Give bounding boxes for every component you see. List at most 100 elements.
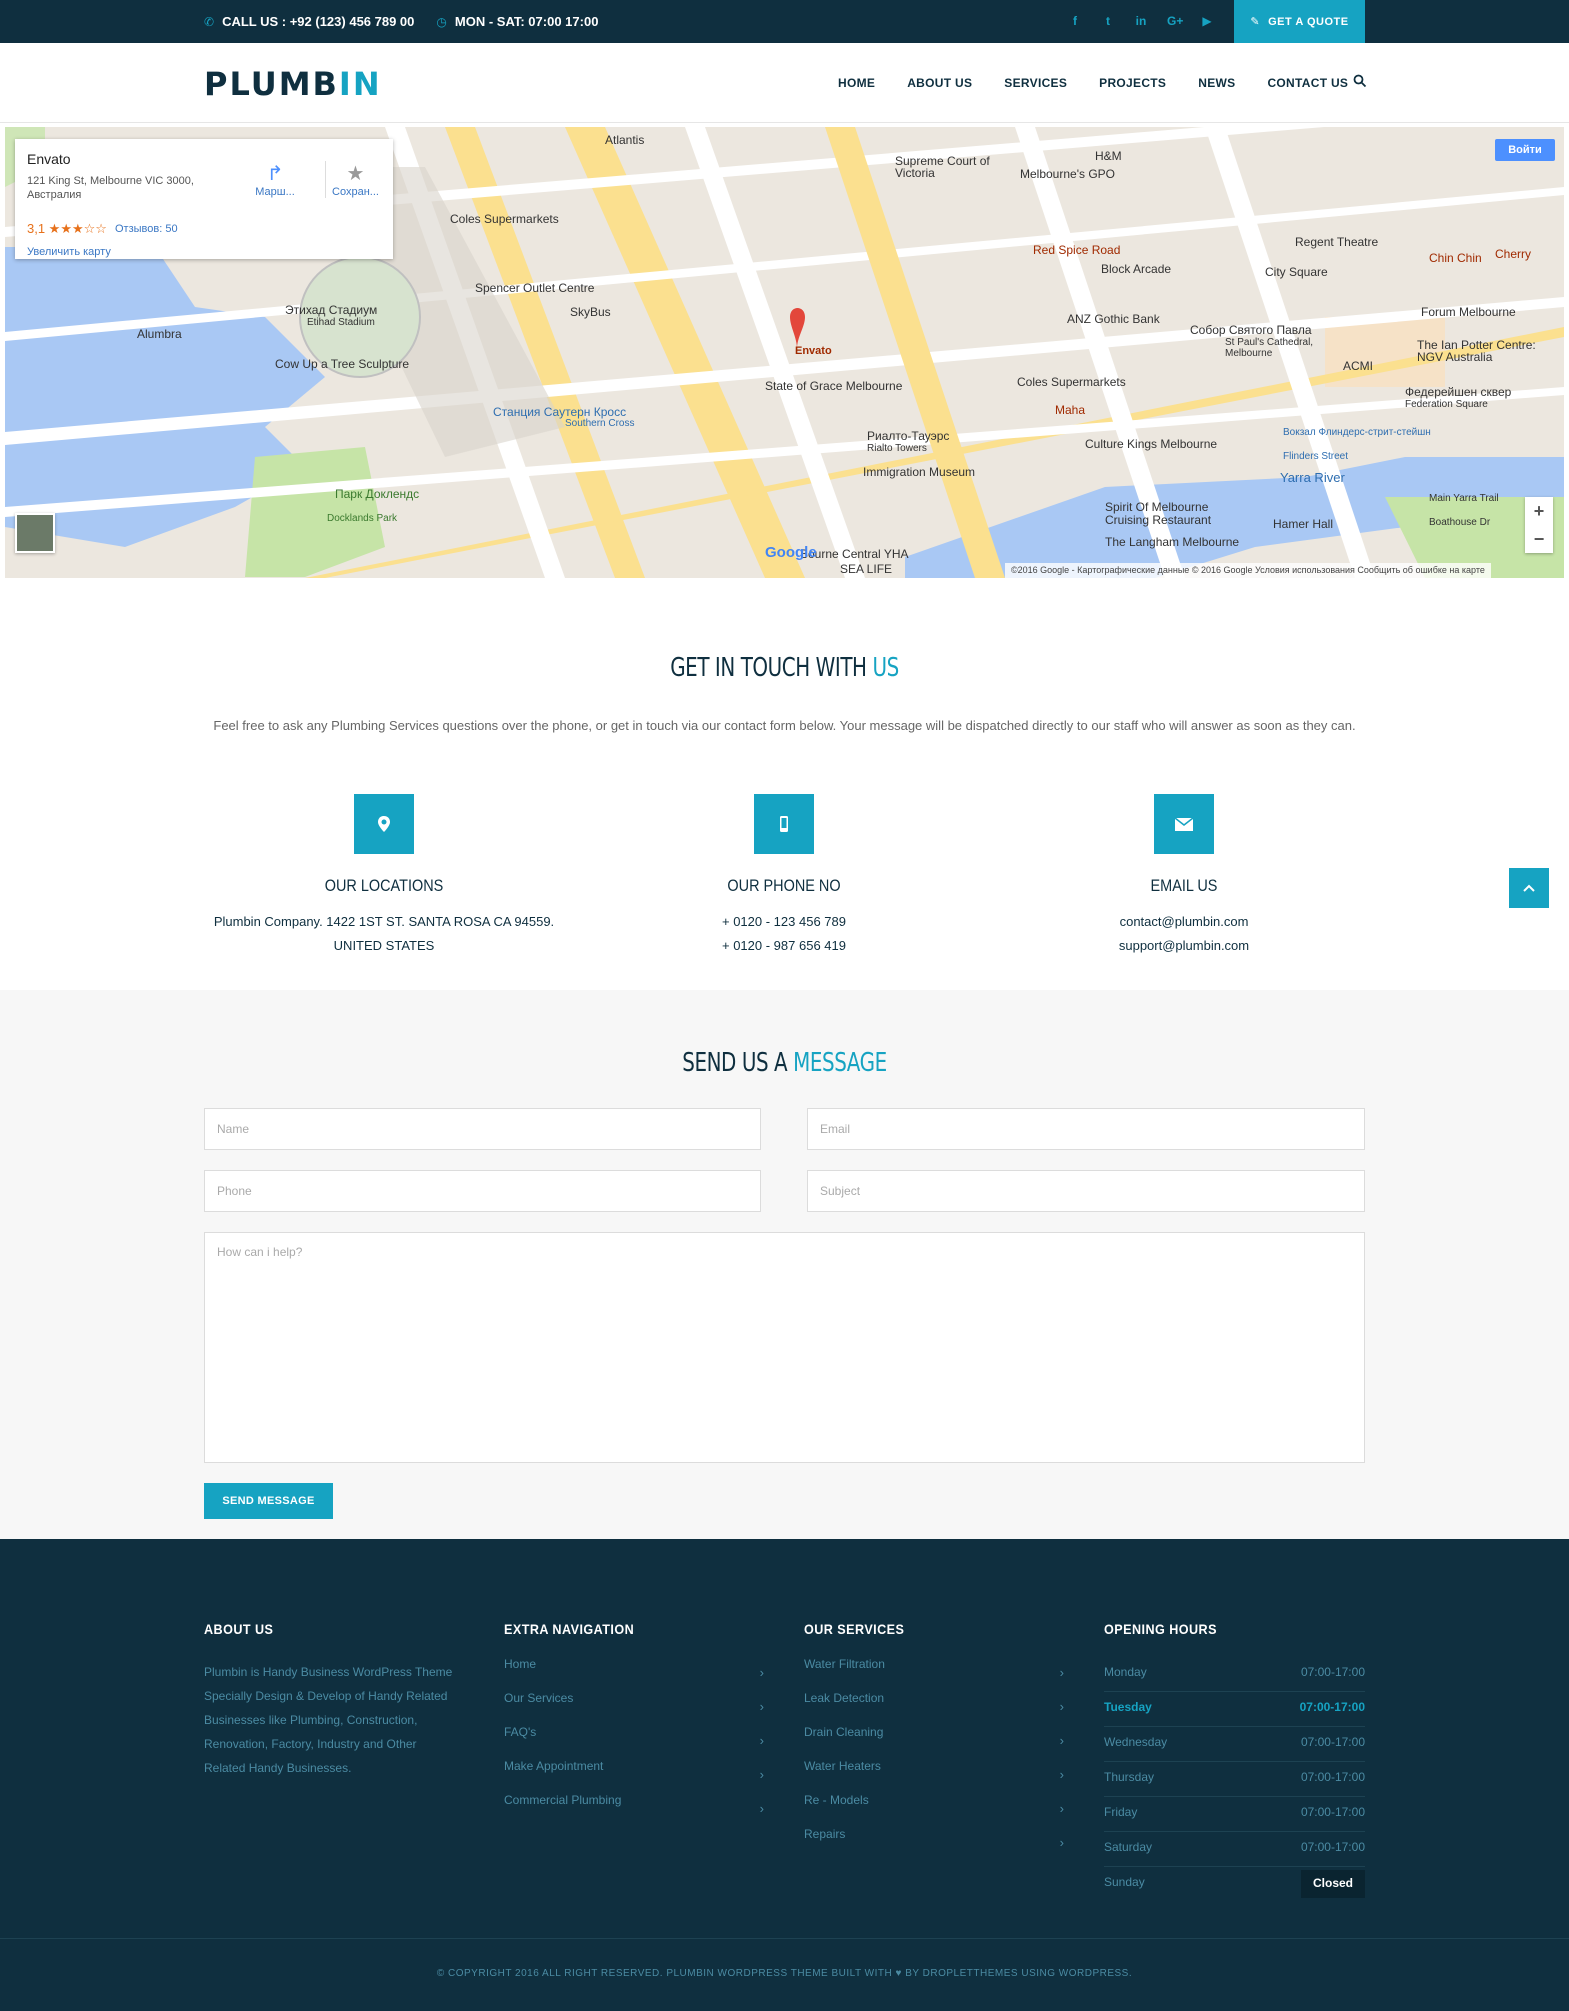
- phone-line-1[interactable]: + 0120 - 123 456 789: [722, 914, 846, 929]
- chevron-right-icon: ›: [1059, 1733, 1064, 1748]
- footer-nav-item[interactable]: Our Services ›: [504, 1691, 764, 1725]
- edit-icon: ✎: [1250, 16, 1261, 28]
- footer-nav-item[interactable]: Commercial Plumbing ›: [504, 1793, 764, 1827]
- star-icon: ★: [346, 163, 365, 185]
- hours-row: Monday 07:00-17:00: [1104, 1657, 1365, 1692]
- route-button[interactable]: ↱ Марш...: [245, 161, 305, 198]
- locations-col: OUR LOCATIONS Plumbin Company. 1422 1ST …: [184, 578, 584, 958]
- footer-about-text: Plumbin is Handy Business WordPress Them…: [204, 1665, 453, 1775]
- footer-services: OUR SERVICES Water Filtration › Leak Dete…: [804, 1621, 1064, 1861]
- footer-service-item[interactable]: Re - Models ›: [804, 1793, 1064, 1827]
- map-info-card: Envato 121 King St, Melbourne VIC 3000, …: [15, 139, 393, 259]
- save-button[interactable]: ★ Сохран...: [325, 161, 385, 198]
- nav-home[interactable]: HOME: [838, 76, 875, 90]
- site-header: PLUMBIN HOME ABOUT US SERVICES PROJECTS …: [0, 43, 1569, 123]
- name-input[interactable]: [204, 1108, 761, 1150]
- nav-services[interactable]: SERVICES: [1004, 76, 1067, 90]
- youtube-icon[interactable]: ▶: [1200, 12, 1214, 30]
- send-message-section: SEND US A MESSAGE SEND MESSAGE: [0, 990, 1569, 1539]
- social-links: f t in G+ ▶: [1068, 12, 1214, 30]
- email-line-2[interactable]: support@plumbin.com: [1119, 938, 1249, 953]
- hours-row: Wednesday 07:00-17:00: [1104, 1727, 1365, 1762]
- place-rating: 3,1 ★★★☆☆: [27, 221, 107, 236]
- phone-line-2[interactable]: + 0120 - 987 656 419: [722, 938, 846, 953]
- twitter-icon[interactable]: t: [1101, 12, 1115, 30]
- footer-service-item[interactable]: Water Heaters ›: [804, 1759, 1064, 1793]
- back-to-top-button[interactable]: [1509, 868, 1549, 908]
- footer-services-title: OUR SERVICES: [804, 1621, 905, 1637]
- google-plus-icon[interactable]: G+: [1167, 12, 1183, 30]
- footer-service-item[interactable]: Drain Cleaning ›: [804, 1725, 1064, 1759]
- hours-row: Thursday 07:00-17:00: [1104, 1762, 1365, 1797]
- zoom-in-icon[interactable]: +: [1525, 497, 1553, 525]
- nav-projects[interactable]: PROJECTS: [1099, 76, 1166, 90]
- nav-contact-us[interactable]: CONTACT US: [1267, 76, 1348, 90]
- email-title: EMAIL US: [1150, 876, 1218, 895]
- nav-about-us[interactable]: ABOUT US: [907, 76, 972, 90]
- search-icon[interactable]: [1353, 74, 1367, 88]
- enlarge-map-link[interactable]: Увеличить карту: [27, 246, 111, 258]
- email-col: EMAIL US contact@plumbin.com support@plum…: [984, 578, 1384, 958]
- footer-about-title: ABOUT US: [204, 1621, 274, 1637]
- top-bar: ✆ CALL US : +92 (123) 456 789 00 ◷ MON - S…: [0, 0, 1569, 43]
- google-map[interactable]: Envato Atlantis Supreme Court of Victori…: [5, 127, 1564, 578]
- footer-hours: OPENING HOURS Monday 07:00-17:00 Tuesday 0…: [1104, 1621, 1365, 1902]
- chevron-right-icon: ›: [759, 1733, 764, 1748]
- directions-icon: ↱: [266, 163, 284, 185]
- footer-nav: EXTRA NAVIGATION Home › Our Services › FAQ…: [504, 1621, 764, 1827]
- closed-badge: Closed: [1300, 1870, 1365, 1898]
- chevron-right-icon: ›: [1059, 1801, 1064, 1816]
- chevron-right-icon: ›: [759, 1801, 764, 1816]
- chevron-right-icon: ›: [1059, 1665, 1064, 1680]
- hours-row: Sunday Closed: [1104, 1867, 1365, 1902]
- logo[interactable]: PLUMBIN: [204, 65, 382, 103]
- linkedin-icon[interactable]: in: [1134, 12, 1148, 30]
- hours-row: Friday 07:00-17:00: [1104, 1797, 1365, 1832]
- footer-nav-item[interactable]: FAQ's ›: [504, 1725, 764, 1759]
- footer-nav-item[interactable]: Make Appointment ›: [504, 1759, 764, 1793]
- place-title: Envato: [27, 151, 71, 167]
- top-contact: ✆ CALL US : +92 (123) 456 789 00 ◷ MON - S…: [204, 14, 598, 29]
- location-line-1: Plumbin Company. 1422 1ST ST. SANTA ROSA…: [213, 914, 555, 929]
- top-hours: ◷ MON - SAT: 07:00 17:00: [436, 14, 599, 29]
- clock-icon: ◷: [436, 15, 447, 29]
- phone-title: OUR PHONE NO: [727, 876, 841, 895]
- place-reviews-link[interactable]: Отзывов: 50: [115, 223, 178, 235]
- zoom-control: + −: [1525, 497, 1553, 553]
- main-nav: HOME ABOUT US SERVICES PROJECTS NEWS CON…: [838, 76, 1348, 90]
- nav-news[interactable]: NEWS: [1198, 76, 1235, 90]
- hours-row-today: Tuesday 07:00-17:00: [1104, 1692, 1365, 1727]
- footer-service-item[interactable]: Leak Detection ›: [804, 1691, 1064, 1725]
- message-textarea[interactable]: [204, 1232, 1365, 1463]
- facebook-icon[interactable]: f: [1068, 12, 1082, 30]
- phone-input[interactable]: [204, 1170, 761, 1212]
- place-address: 121 King St, Melbourne VIC 3000, Австрал…: [27, 175, 194, 201]
- chevron-right-icon: ›: [1059, 1835, 1064, 1850]
- get-a-quote-button[interactable]: ✎ GET A QUOTE: [1234, 0, 1365, 43]
- satellite-toggle[interactable]: [15, 513, 55, 553]
- email-line-1[interactable]: contact@plumbin.com: [1120, 914, 1249, 929]
- top-phone: ✆ CALL US : +92 (123) 456 789 00: [204, 14, 415, 29]
- map-login-button[interactable]: Войти: [1495, 139, 1555, 161]
- footer-service-item[interactable]: Water Filtration ›: [804, 1657, 1064, 1691]
- footer-nav-item[interactable]: Home ›: [504, 1657, 764, 1691]
- copyright: © COPYRIGHT 2016 ALL RIGHT RESERVED. PLU…: [0, 1938, 1569, 2011]
- chevron-right-icon: ›: [1059, 1699, 1064, 1714]
- subject-input[interactable]: [807, 1170, 1365, 1212]
- chevron-right-icon: ›: [759, 1767, 764, 1782]
- chevron-right-icon: ›: [1059, 1767, 1064, 1782]
- footer-about: ABOUT US Plumbin is Handy Business WordP…: [204, 1621, 459, 1780]
- phone-icon: ✆: [204, 15, 215, 29]
- phone-col: OUR PHONE NO + 0120 - 123 456 789 + 0120 …: [584, 578, 984, 958]
- footer-hours-title: OPENING HOURS: [1104, 1621, 1217, 1637]
- get-in-touch-section: GET IN TOUCH WITH US Feel free to ask an…: [0, 578, 1569, 990]
- footer-service-item[interactable]: Repairs ›: [804, 1827, 1064, 1861]
- hours-row: Saturday 07:00-17:00: [1104, 1832, 1365, 1867]
- location-line-2: UNITED STATES: [333, 938, 435, 953]
- email-input[interactable]: [807, 1108, 1365, 1150]
- locations-title: OUR LOCATIONS: [324, 876, 444, 895]
- message-title: SEND US A MESSAGE: [682, 1048, 887, 1078]
- send-message-button[interactable]: SEND MESSAGE: [204, 1483, 333, 1519]
- zoom-out-icon[interactable]: −: [1525, 525, 1553, 553]
- chevron-right-icon: ›: [759, 1665, 764, 1680]
